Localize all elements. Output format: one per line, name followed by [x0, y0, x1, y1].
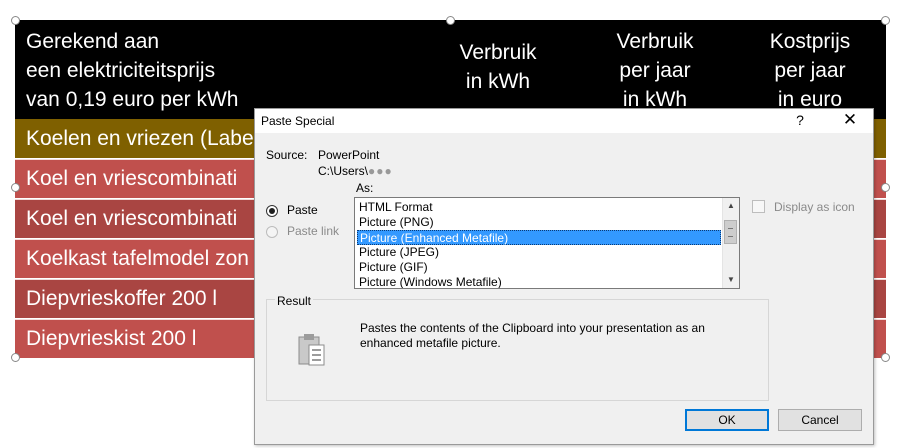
display-as-icon-checkbox[interactable]	[752, 200, 765, 213]
scroll-thumb[interactable]	[724, 220, 737, 244]
row-label: Diepvrieskoffer 200 l	[26, 287, 218, 310]
paste-link-radio[interactable]	[266, 226, 278, 238]
list-item[interactable]: Picture (GIF)	[357, 260, 723, 275]
list-item[interactable]: Picture (JPEG)	[357, 245, 723, 260]
result-description: Pastes the contents of the Clipboard int…	[360, 321, 705, 350]
resize-handle-top-right[interactable]	[881, 16, 890, 25]
list-item[interactable]: Picture (PNG)	[357, 215, 723, 230]
header-line: een elektriciteitsprijs	[26, 59, 216, 82]
header-line: van 0,19 euro per kWh	[26, 88, 239, 111]
list-item[interactable]: HTML Format	[357, 200, 723, 215]
result-label: Result	[275, 294, 314, 308]
source-app: PowerPoint	[318, 148, 380, 162]
listbox-scrollbar[interactable]: ▲ ▼	[722, 198, 739, 288]
clipboard-paste-icon	[298, 334, 325, 366]
paste-radio-label[interactable]: Paste	[287, 203, 318, 217]
resize-handle-middle-right[interactable]	[881, 183, 890, 192]
paste-special-dialog: Paste Special ? ✕ Source: PowerPoint C:\…	[254, 108, 874, 445]
source-label: Source:	[266, 148, 308, 162]
dialog-title: Paste Special	[261, 114, 335, 128]
header-line: Verbruik	[616, 30, 694, 53]
resize-handle-bottom-right[interactable]	[881, 353, 890, 362]
row-label: Koelen en vriezen (Labe	[26, 127, 254, 150]
scroll-down-arrow-icon[interactable]: ▼	[723, 272, 739, 288]
resize-handle-top-center[interactable]	[446, 16, 455, 25]
resize-handle-top-left[interactable]	[11, 16, 20, 25]
redacted-dots-icon: ●●●	[368, 164, 393, 178]
header-line: Kostprijs	[769, 30, 851, 53]
resize-handle-middle-left[interactable]	[11, 183, 20, 192]
header-line: per jaar	[619, 59, 691, 82]
header-col-usage: Verbruik in kWh	[438, 38, 558, 96]
close-icon[interactable]: ✕	[842, 110, 858, 130]
header-line: per jaar	[774, 59, 846, 82]
paste-link-radio-label[interactable]: Paste link	[287, 224, 339, 238]
source-path-text: C:\Users\	[318, 164, 369, 178]
help-icon[interactable]: ?	[793, 112, 807, 128]
ok-button[interactable]: OK	[685, 409, 769, 431]
display-as-icon-label[interactable]: Display as icon	[774, 200, 855, 214]
resize-handle-bottom-left[interactable]	[11, 353, 20, 362]
table-header: Gerekend aan een elektriciteitsprijs van…	[15, 20, 886, 119]
paste-radio[interactable]	[266, 205, 278, 217]
row-label: Diepvrieskist 200 l	[26, 327, 197, 350]
list-item-selected[interactable]: Picture (Enhanced Metafile)	[357, 230, 721, 245]
header-line: in kWh	[465, 70, 531, 93]
header-col-description: Gerekend aan een elektriciteitsprijs van…	[26, 27, 266, 114]
header-line: Verbruik	[459, 41, 537, 64]
source-path: C:\Users\●●●	[318, 164, 393, 178]
dialog-titlebar[interactable]: Paste Special ? ✕	[255, 109, 873, 133]
format-listbox[interactable]: HTML Format Picture (PNG) Picture (Enhan…	[354, 197, 740, 289]
row-label: Koelkast tafelmodel zon	[26, 247, 249, 270]
scroll-up-arrow-icon[interactable]: ▲	[723, 198, 739, 214]
row-label: Koel en vriescombinati	[26, 167, 238, 190]
list-item[interactable]: Picture (Windows Metafile)	[357, 275, 723, 288]
header-col-usage-per-year: Verbruik per jaar in kWh	[595, 27, 715, 114]
header-col-cost-per-year: Kostprijs per jaar in euro	[750, 27, 870, 114]
row-label: Koel en vriescombinati	[26, 207, 238, 230]
cancel-button[interactable]: Cancel	[778, 409, 862, 431]
as-label: As:	[356, 181, 374, 195]
header-line: Gerekend aan	[26, 30, 160, 53]
